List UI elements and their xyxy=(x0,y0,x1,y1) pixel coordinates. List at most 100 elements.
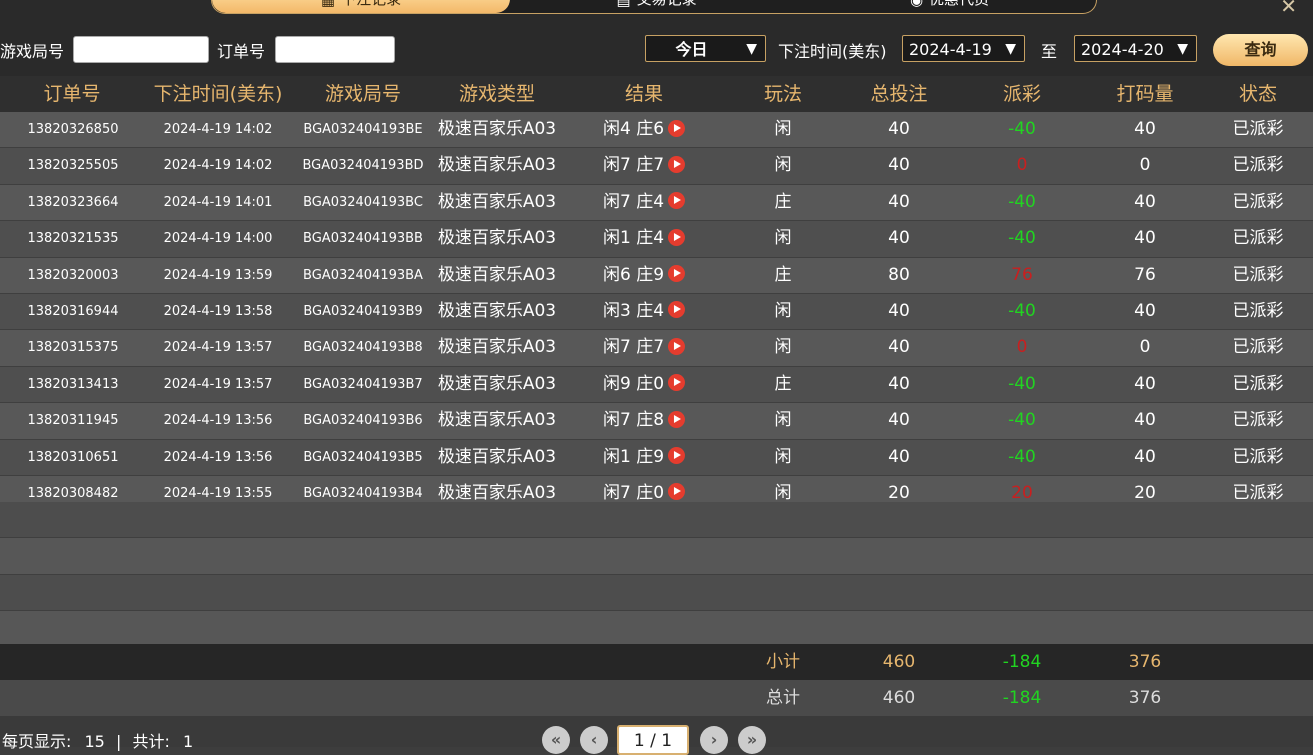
column-header[interactable]: 状态 xyxy=(1239,76,1277,112)
table-row[interactable]: 13820310651 2024-4-19 13:56 BGA032404193… xyxy=(0,439,1313,476)
table-row[interactable]: 13820325505 2024-4-19 14:02 BGA032404193… xyxy=(0,148,1313,185)
calendar-icon: ▦ xyxy=(320,0,336,9)
tab-bar: ▦ 下注记录 ▤ 交易记录 ◉ 优惠代员 xyxy=(211,0,1097,14)
column-header[interactable]: 派彩 xyxy=(1003,76,1041,112)
result-text: 闲7 庄0 xyxy=(602,482,665,503)
column-header[interactable]: 订单号 xyxy=(43,76,100,112)
period-select[interactable]: 今日 ▼ xyxy=(645,35,766,62)
valid-bet-cell: 0 xyxy=(1139,155,1151,176)
chevron-right-icon[interactable]: › xyxy=(700,726,728,754)
table-row[interactable]: 13820315375 2024-4-19 13:57 BGA032404193… xyxy=(0,330,1313,367)
tab-label: 下注记录 xyxy=(341,0,401,9)
play-icon[interactable] xyxy=(668,119,686,137)
bet-cell: 40 xyxy=(888,410,910,431)
close-icon[interactable]: ✕ xyxy=(1280,0,1297,18)
query-button[interactable]: 查询 xyxy=(1213,34,1308,66)
double-chevron-left-icon[interactable]: « xyxy=(542,726,570,754)
column-header[interactable]: 游戏局号 xyxy=(325,76,401,112)
play-icon[interactable] xyxy=(668,155,686,173)
date-from-value: 2024-4-19 xyxy=(909,40,992,59)
time-cell: 2024-4-19 13:57 xyxy=(163,340,273,356)
round-cell: BGA032404193B6 xyxy=(303,413,423,429)
time-cell: 2024-4-19 14:00 xyxy=(163,231,273,247)
result-cell: 闲7 庄7 xyxy=(603,148,686,183)
play-icon[interactable] xyxy=(668,374,686,392)
result-text: 闲9 庄0 xyxy=(602,373,665,394)
empty-row xyxy=(0,502,1313,539)
play-icon[interactable] xyxy=(668,410,686,428)
table-row[interactable]: 13820313413 2024-4-19 13:57 BGA032404193… xyxy=(0,366,1313,404)
status-cell: 已派彩 xyxy=(1232,373,1284,394)
table-row[interactable]: 13820311945 2024-4-19 13:56 BGA032404193… xyxy=(0,403,1313,440)
round-cell: BGA032404193BD xyxy=(302,158,424,174)
table-row[interactable]: 13820323664 2024-4-19 14:01 BGA032404193… xyxy=(0,184,1313,222)
play-icon[interactable] xyxy=(668,301,686,319)
total-bet: 460 xyxy=(882,688,916,708)
chevron-down-icon: ▼ xyxy=(746,41,757,57)
empty-rows xyxy=(0,502,1313,648)
per-page-label: 每页显示: xyxy=(2,732,72,751)
time-cell: 2024-4-19 14:02 xyxy=(163,122,273,137)
chevron-down-icon: ▼ xyxy=(1177,41,1188,57)
filter-bar: 游戏局号 订单号 今日 ▼ 下注时间(美东) 2024-4-19 ▼ 至 202… xyxy=(0,28,1313,76)
time-cell: 2024-4-19 13:57 xyxy=(163,376,273,392)
valid-bet-cell: 76 xyxy=(1134,264,1156,285)
date-from-select[interactable]: 2024-4-19 ▼ xyxy=(902,35,1025,62)
game-cell: 极速百家乐A03 xyxy=(437,155,557,176)
column-header[interactable]: 结果 xyxy=(625,76,663,112)
table-body: 13820326850 2024-4-19 14:02 BGA032404193… xyxy=(0,112,1313,513)
payout-cell: -40 xyxy=(1008,446,1036,467)
separator: | xyxy=(115,732,122,751)
round-input[interactable] xyxy=(73,36,209,63)
order-input[interactable] xyxy=(275,36,395,63)
order-cell: 13820316944 xyxy=(27,303,119,319)
round-cell: BGA032404193BA xyxy=(303,267,423,283)
time-cell: 2024-4-19 13:56 xyxy=(163,413,273,429)
table-row[interactable]: 13820326850 2024-4-19 14:02 BGA032404193… xyxy=(0,112,1313,149)
order-label: 订单号 xyxy=(217,42,266,61)
chevron-left-icon[interactable]: ‹ xyxy=(580,726,608,754)
round-cell: BGA032404193B5 xyxy=(303,449,423,465)
result-cell: 闲6 庄9 xyxy=(603,258,686,293)
column-header[interactable]: 下注时间(美东) xyxy=(154,76,283,112)
table-row[interactable]: 13820321535 2024-4-19 14:00 BGA032404193… xyxy=(0,221,1313,258)
status-cell: 已派彩 xyxy=(1232,191,1284,212)
column-header[interactable]: 玩法 xyxy=(764,76,802,112)
play-icon[interactable] xyxy=(668,228,686,246)
play-icon[interactable] xyxy=(668,483,686,501)
round-cell: BGA032404193B8 xyxy=(303,340,423,356)
play-icon[interactable] xyxy=(668,265,686,283)
bet-cell: 40 xyxy=(888,119,910,139)
status-cell: 已派彩 xyxy=(1232,264,1284,285)
round-cell: BGA032404193BE xyxy=(303,122,423,137)
table-row[interactable]: 13820320003 2024-4-19 13:59 BGA032404193… xyxy=(0,257,1313,294)
table-row[interactable]: 13820316944 2024-4-19 13:58 BGA032404193… xyxy=(0,293,1313,331)
play-icon[interactable] xyxy=(668,447,686,465)
game-cell: 极速百家乐A03 xyxy=(437,300,557,321)
double-chevron-right-icon[interactable]: » xyxy=(738,726,766,754)
play-icon[interactable] xyxy=(668,337,686,355)
result-cell: 闲7 庄7 xyxy=(603,330,686,365)
payout-cell: 0 xyxy=(1016,337,1028,358)
tab-bet-records[interactable]: ▦ 下注记录 xyxy=(212,0,510,13)
total-valid: 376 xyxy=(1128,688,1162,708)
payout-cell: -40 xyxy=(1008,373,1036,394)
play-type-cell: 闲 xyxy=(774,446,792,467)
subtotal-bet: 460 xyxy=(882,652,916,672)
status-cell: 已派彩 xyxy=(1232,119,1284,139)
page-input[interactable]: 1 / 1 xyxy=(617,725,689,755)
order-cell: 13820321535 xyxy=(27,231,119,247)
play-icon[interactable] xyxy=(668,192,686,210)
tab-transactions[interactable]: ▤ 交易记录 xyxy=(510,0,803,13)
game-cell: 极速百家乐A03 xyxy=(437,337,557,358)
total-label: 共计: xyxy=(132,732,170,751)
total-label: 总计 xyxy=(766,688,800,708)
order-cell: 13820323664 xyxy=(27,194,119,210)
empty-row xyxy=(0,611,1313,648)
column-header[interactable]: 游戏类型 xyxy=(459,76,535,112)
date-to-select[interactable]: 2024-4-20 ▼ xyxy=(1074,35,1197,62)
column-header[interactable]: 总投注 xyxy=(870,76,927,112)
column-header[interactable]: 打码量 xyxy=(1116,76,1173,112)
order-cell: 13820320003 xyxy=(27,267,119,283)
tab-promotions[interactable]: ◉ 优惠代员 xyxy=(803,0,1096,13)
